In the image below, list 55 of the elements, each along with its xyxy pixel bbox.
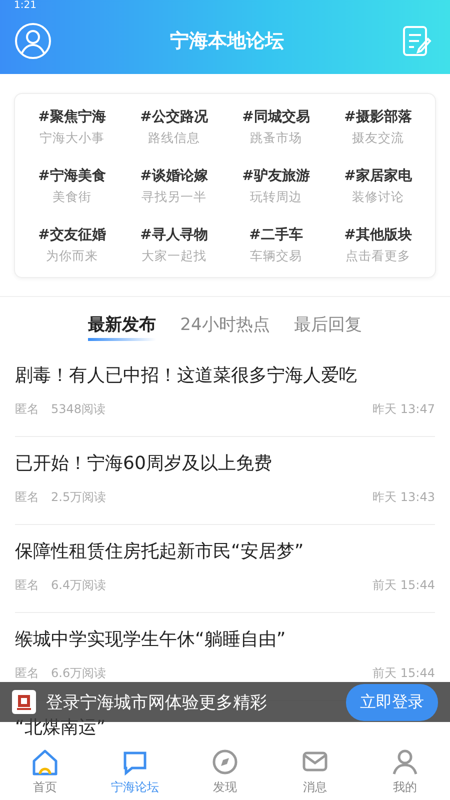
login-prompt: 登录宁海城市网体验更多精彩 <box>46 692 268 714</box>
category-name[interactable]: #交友征婚 <box>38 226 106 244</box>
read-count: 6.4万阅读 <box>51 577 106 594</box>
category-description: 摄友交流 <box>352 130 404 147</box>
read-count: 6.6万阅读 <box>51 665 106 682</box>
category-description: 跳蚤市场 <box>250 130 302 147</box>
post-title[interactable]: 已开始！宁海60周岁及以上免费 <box>15 451 435 475</box>
read-count: 5348阅读 <box>51 401 106 418</box>
category-name[interactable]: #摄影部落 <box>344 108 412 126</box>
category-name[interactable]: #谈婚论嫁 <box>140 167 208 185</box>
category-description: 路线信息 <box>148 130 200 147</box>
nav-tab[interactable]: 发现 <box>180 742 270 800</box>
category-description: 美食街 <box>52 189 92 206</box>
post-title[interactable]: 保障性租赁住房托起新市民“安居梦” <box>15 539 435 563</box>
tab[interactable]: 24小时热点 <box>180 311 270 341</box>
tab[interactable]: 最后回复 <box>294 311 362 341</box>
post-author: 匿名 <box>15 401 39 418</box>
category-name[interactable]: #宁海美食 <box>38 167 106 185</box>
nav-tab[interactable]: 我的 <box>360 742 450 800</box>
post-time: 前天 15:44 <box>372 665 435 682</box>
post-time: 昨天 13:43 <box>372 489 435 506</box>
category-name[interactable]: #寻人寻物 <box>140 226 208 244</box>
category-name[interactable]: #公交路况 <box>140 108 208 126</box>
compass-icon <box>210 747 240 777</box>
category-name[interactable]: #聚焦宁海 <box>38 108 106 126</box>
category-description: 为你而来 <box>46 248 98 265</box>
post-title[interactable]: 剧毒！有人已中招！这道菜很多宁海人爱吃 <box>15 363 435 387</box>
post-author: 匿名 <box>15 665 39 682</box>
status-time: 1:21 <box>13 0 38 13</box>
nav-tab[interactable]: 首页 <box>0 742 90 800</box>
category-description: 大家一起找 <box>142 248 206 265</box>
category-description: 车辆交易 <box>250 248 302 265</box>
category-name[interactable]: #二手车 <box>249 226 303 244</box>
category-description: 点击看更多 <box>346 248 410 265</box>
category-description: 玩转周边 <box>250 189 302 206</box>
post-title[interactable]: 缑城中学实现学生午休“躺睡自由” <box>15 627 435 651</box>
category-name[interactable]: #其他版块 <box>344 226 412 244</box>
nav-tab[interactable]: 消息 <box>270 742 360 800</box>
avatar-icon[interactable] <box>14 22 52 60</box>
app-logo-icon <box>12 690 36 714</box>
category-description: 寻找另一半 <box>142 189 206 206</box>
category-description: 宁海大小事 <box>40 130 104 147</box>
category-name[interactable]: #驴友旅游 <box>242 167 310 185</box>
app-title: 宁海本地论坛 <box>170 29 284 54</box>
post-time: 前天 15:44 <box>372 577 435 594</box>
category-description: 装修讨论 <box>352 189 404 206</box>
category-name[interactable]: #家居家电 <box>344 167 412 185</box>
category-name[interactable]: #同城交易 <box>242 108 310 126</box>
home-icon <box>30 747 60 777</box>
compose-icon[interactable] <box>402 25 432 57</box>
post-author: 匿名 <box>15 577 39 594</box>
post-author: 匿名 <box>15 489 39 506</box>
read-count: 2.5万阅读 <box>51 489 106 506</box>
post-time: 昨天 13:47 <box>372 401 435 418</box>
person-icon <box>390 747 420 777</box>
